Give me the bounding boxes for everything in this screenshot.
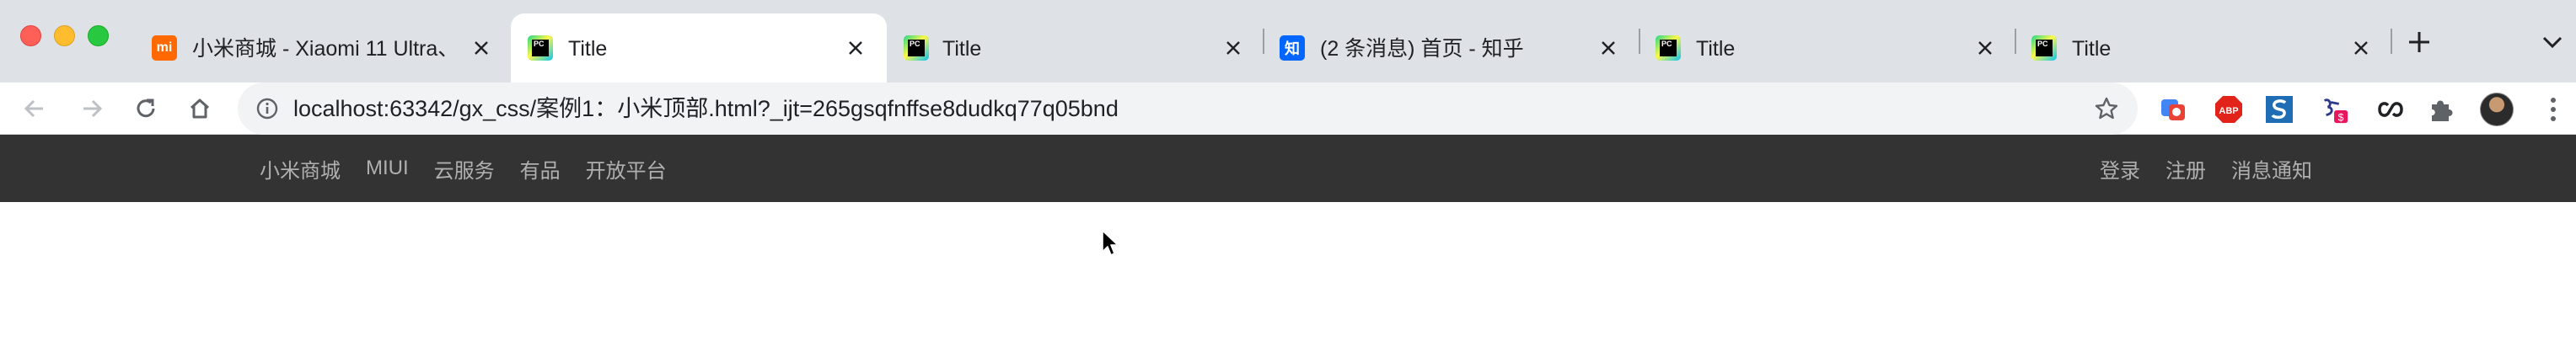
svg-text:ABP: ABP	[2219, 106, 2238, 116]
close-icon[interactable]	[1971, 34, 1999, 62]
topbar-left-nav: 小米商城 MIUI 云服务 有品 开放平台	[260, 135, 692, 202]
topbar-right-nav: 登录 注册 消息通知	[2074, 135, 2312, 202]
link-icon[interactable]	[2375, 94, 2406, 125]
mouse-cursor-icon	[1102, 230, 1119, 256]
close-icon[interactable]	[2347, 34, 2375, 62]
pycharm-icon: PC	[2031, 35, 2057, 61]
s-extension-icon[interactable]	[2264, 94, 2294, 125]
tab-xiaomi[interactable]: mi 小米商城 - Xiaomi 11 Ultra、	[126, 13, 511, 83]
avatar[interactable]	[2480, 93, 2514, 126]
back-button[interactable]	[15, 89, 54, 128]
nav-link-youpin[interactable]: 有品	[520, 154, 561, 184]
zhihu-icon: 知	[1280, 35, 1305, 61]
tab-title: Title	[568, 37, 608, 61]
close-icon[interactable]	[467, 34, 496, 62]
svg-text:$: $	[2338, 111, 2344, 123]
close-icon[interactable]	[841, 34, 870, 62]
tab-strip: mi 小米商城 - Xiaomi 11 Ultra、 PC Title PC T…	[0, 0, 2576, 83]
pycharm-icon: PC	[1656, 35, 1681, 61]
new-tab-button[interactable]	[2402, 25, 2436, 59]
close-icon[interactable]	[1594, 34, 1623, 62]
home-icon	[190, 98, 210, 119]
nav-link-miui[interactable]: MIUI	[366, 157, 409, 180]
nav-link-register[interactable]: 注册	[2165, 154, 2206, 184]
site-topbar: 小米商城 MIUI 云服务 有品 开放平台 登录 注册 消息通知	[0, 135, 2576, 202]
info-icon[interactable]	[255, 96, 280, 121]
tampermonkey-icon[interactable]: $	[2320, 94, 2350, 125]
tab-title: Title	[1696, 37, 1736, 61]
tab-separator	[2391, 29, 2392, 54]
mi-icon: mi	[152, 35, 177, 61]
close-window-button[interactable]	[20, 25, 41, 46]
tab-title: 小米商城 - Xiaomi 11 Ultra、	[192, 37, 449, 61]
address-bar[interactable]: localhost:63342/gx_css/案例1：小米顶部.html?_ij…	[238, 83, 2138, 135]
tab-title: Title	[2072, 37, 2112, 61]
pycharm-icon: PC	[904, 35, 929, 61]
tab-title: (2 条消息) 首页 - 知乎	[1320, 37, 1524, 61]
translate-icon[interactable]	[2158, 94, 2188, 125]
page-content: 小米商城 MIUI 云服务 有品 开放平台 登录 注册 消息通知	[0, 135, 2576, 362]
tab-title: Title	[942, 37, 982, 61]
arrow-right-icon	[83, 99, 103, 118]
url-text[interactable]: localhost:63342/gx_css/案例1：小米顶部.html?_ij…	[293, 95, 1119, 122]
nav-link-login[interactable]: 登录	[2100, 154, 2140, 184]
browser-toolbar: localhost:63342/gx_css/案例1：小米顶部.html?_ij…	[0, 83, 2576, 135]
tab-zhihu[interactable]: 知 (2 条消息) 首页 - 知乎	[1264, 13, 1639, 83]
chevron-down-icon[interactable]	[2536, 25, 2569, 59]
tab-title-2[interactable]: PC Title	[887, 13, 1263, 83]
adblock-plus-icon[interactable]: ABP	[2214, 94, 2244, 125]
nav-link-open-platform[interactable]: 开放平台	[586, 154, 667, 184]
home-button[interactable]	[180, 89, 219, 128]
puzzle-extensions-icon[interactable]	[2426, 94, 2456, 125]
nav-link-mi-store[interactable]: 小米商城	[260, 154, 341, 184]
nav-link-cloud[interactable]: 云服务	[434, 154, 495, 184]
more-menu-icon[interactable]	[2541, 94, 2566, 125]
tab-title-active[interactable]: PC Title	[511, 13, 887, 83]
pycharm-icon: PC	[528, 35, 553, 61]
tab-title-4[interactable]: PC Title	[1640, 13, 2015, 83]
close-icon[interactable]	[1219, 34, 1248, 62]
nav-link-notifications[interactable]: 消息通知	[2231, 154, 2312, 184]
arrow-left-icon	[24, 99, 43, 118]
star-icon[interactable]	[2092, 94, 2121, 123]
maximize-window-button[interactable]	[88, 25, 109, 46]
minimize-window-button[interactable]	[54, 25, 75, 46]
reload-icon	[137, 98, 155, 118]
reload-button[interactable]	[126, 89, 165, 128]
tab-title-5[interactable]: PC Title	[2016, 13, 2391, 83]
forward-button[interactable]	[72, 89, 111, 128]
